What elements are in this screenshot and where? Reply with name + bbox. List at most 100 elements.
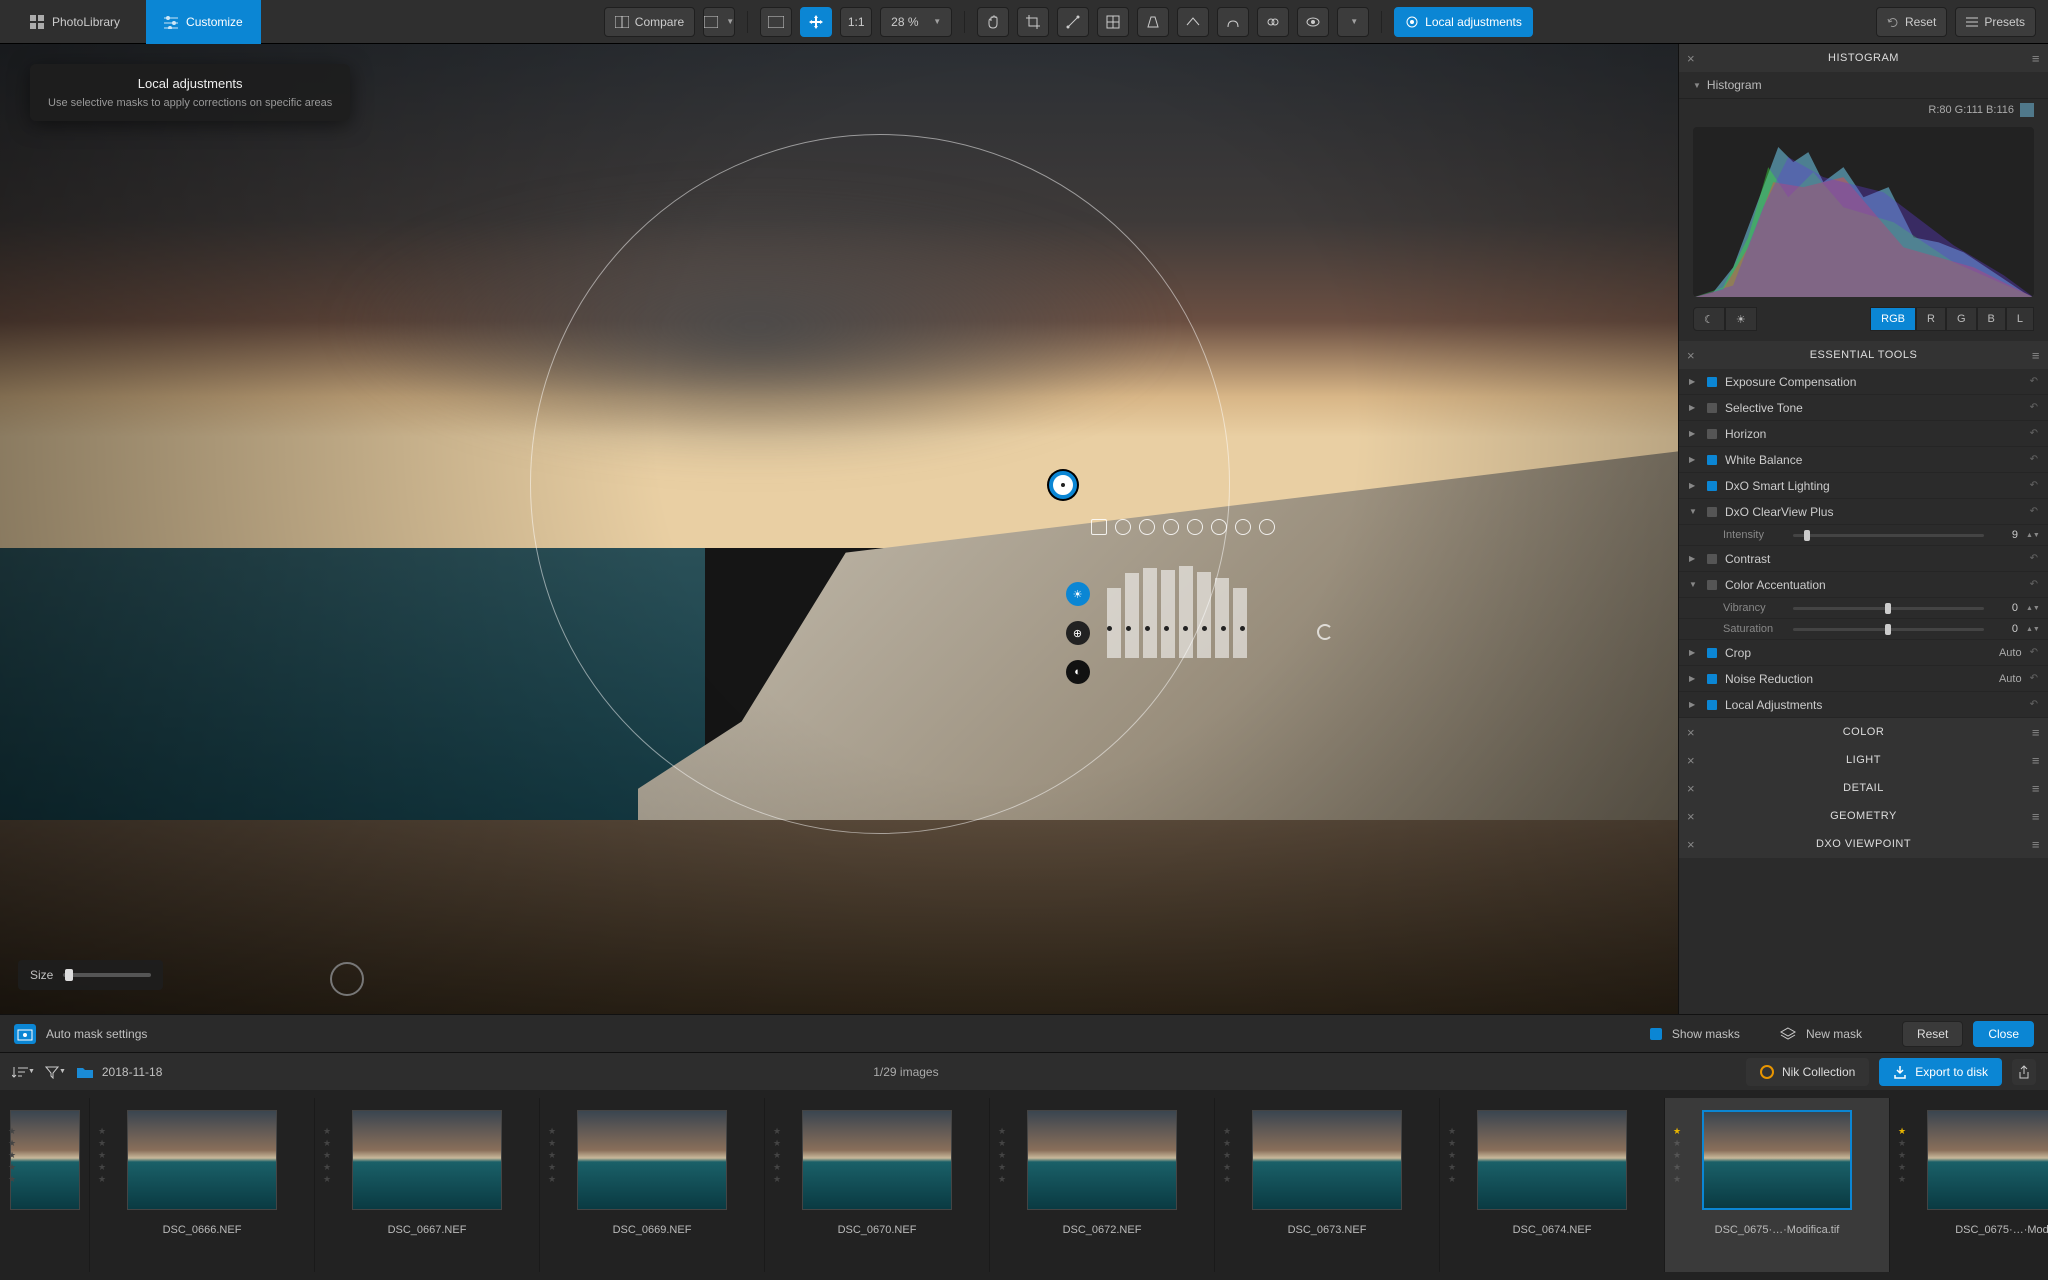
thumbnail[interactable]: ★★★★★ [0,1098,90,1272]
saturation-slider[interactable]: Saturation0▲▼ [1679,619,2048,640]
tab-photolibrary[interactable]: PhotoLibrary [12,0,138,44]
hand-tool[interactable] [977,7,1009,37]
tool-white-balance[interactable]: ▶White Balance↶ [1679,447,2048,473]
vibrancy-slider[interactable]: Vibrancy0▲▼ [1679,598,2048,619]
upoint-color-button[interactable]: ⊕ [1066,621,1090,645]
thumbnail[interactable]: ★★★★★DSC_0675·…·Mod [1890,1098,2048,1272]
upoint-slider-track[interactable] [1107,626,1245,631]
tool-local-adjustments[interactable]: ▶Local Adjustments↶ [1679,692,2048,718]
preview-tool[interactable] [1297,7,1329,37]
share-icon[interactable] [2012,1059,2036,1085]
fit-button[interactable] [760,7,792,37]
tool-contrast[interactable]: ▶Contrast↶ [1679,546,2048,572]
brush-size-control[interactable]: Size [18,960,163,990]
close-icon[interactable]: × [1687,753,1695,768]
tool-crop[interactable]: ▶CropAuto↶ [1679,640,2048,666]
reset-button[interactable]: Reset [1876,7,1947,37]
clearview-param-icon[interactable] [1163,519,1179,535]
tool-horizon[interactable]: ▶Horizon↶ [1679,421,2048,447]
light-header[interactable]: ×LIGHT≡ [1679,746,2048,774]
thumbnail[interactable]: ★★★★★DSC_0674.NEF [1440,1098,1665,1272]
color-header[interactable]: ×COLOR≡ [1679,718,2048,746]
zoom-11-button[interactable]: 1:1 [840,7,872,37]
tab-customize[interactable]: Customize [146,0,261,44]
geometry-header[interactable]: ×GEOMETRY≡ [1679,802,2048,830]
automask-label[interactable]: Auto mask settings [46,1027,147,1041]
stepper-icon[interactable]: ▲▼ [2026,626,2038,633]
menu-icon[interactable]: ≡ [2032,725,2040,740]
close-icon[interactable]: × [1687,725,1695,740]
layout-dropdown[interactable]: ▼ [703,7,735,37]
thumbnail[interactable]: ★★★★★DSC_0672.NEF [990,1098,1215,1272]
export-button[interactable]: Export to disk [1879,1058,2002,1086]
channel-r[interactable]: R [1916,307,1946,331]
tool-noise[interactable]: ▶Noise ReductionAuto↶ [1679,666,2048,692]
close-icon[interactable]: × [1687,781,1695,796]
upoint-detail-button[interactable]: ◐ [1066,660,1090,684]
upoint-light-button[interactable]: ☀ [1066,582,1090,606]
size-slider[interactable] [63,973,151,977]
wb-picker-tool[interactable] [1097,7,1129,37]
upoint-pin[interactable] [1049,471,1077,499]
move-tool[interactable] [800,7,832,37]
contrast-param-icon[interactable] [1115,519,1131,535]
tool-smart-lighting[interactable]: ▶DxO Smart Lighting↶ [1679,473,2048,499]
spot-tool[interactable] [1217,7,1249,37]
mask-close-button[interactable]: Close [1973,1021,2034,1047]
sort-icon[interactable]: ▼ [12,1065,35,1079]
close-icon[interactable]: × [1687,837,1695,852]
hue-wheel-icon[interactable] [330,962,364,996]
menu-icon[interactable]: ≡ [2032,348,2040,363]
stepper-icon[interactable]: ▲▼ [2026,532,2038,539]
saturation-param-icon[interactable] [1211,519,1227,535]
histogram-sub[interactable]: ▼Histogram [1679,72,2048,99]
local-adjustments-button[interactable]: Local adjustments [1394,7,1533,37]
highlights-param-icon[interactable] [1235,519,1251,535]
close-icon[interactable]: × [1687,51,1695,66]
shadow-clip-button[interactable]: ☾ [1693,307,1725,331]
horizon-tool[interactable] [1177,7,1209,37]
compare-button[interactable]: Compare [604,7,695,37]
upoint-radius[interactable] [530,134,1230,834]
highlight-clip-button[interactable]: ☀ [1725,307,1757,331]
redeye-tool[interactable] [1257,7,1289,37]
menu-icon[interactable]: ≡ [2032,837,2040,852]
upoint-equalizer[interactable] [1107,558,1247,658]
image-canvas[interactable]: Local adjustments Use selective masks to… [0,44,1678,1014]
thumbnail[interactable]: ★★★★★DSC_0673.NEF [1215,1098,1440,1272]
channel-l[interactable]: L [2006,307,2034,331]
preview-dropdown[interactable]: ▼ [1337,7,1369,37]
detail-header[interactable]: ×DETAIL≡ [1679,774,2048,802]
tool-color-accentuation[interactable]: ▼Color Accentuation↶ [1679,572,2048,598]
presets-button[interactable]: Presets [1955,7,2036,37]
clearview-intensity[interactable]: Intensity9▲▼ [1679,525,2048,546]
menu-icon[interactable]: ≡ [2032,809,2040,824]
filter-icon[interactable]: ▼ [45,1065,66,1079]
show-masks-checkbox[interactable] [1650,1028,1662,1040]
menu-icon[interactable]: ≡ [2032,753,2040,768]
tool-clearview[interactable]: ▼DxO ClearView Plus↶ [1679,499,2048,525]
automask-icon[interactable] [14,1024,36,1044]
thumbnail[interactable]: ★★★★★DSC_0669.NEF [540,1098,765,1272]
exposure-param-icon[interactable] [1091,519,1107,535]
vibrancy-param-icon[interactable] [1187,519,1203,535]
close-icon[interactable]: × [1687,348,1695,363]
viewpoint-header[interactable]: ×DXO VIEWPOINT≡ [1679,830,2048,858]
thumbnail[interactable]: ★★★★★DSC_0667.NEF [315,1098,540,1272]
mask-reset-button[interactable]: Reset [1902,1021,1963,1047]
crop-tool[interactable] [1017,7,1049,37]
thumbnail[interactable]: ★★★★★DSC_0675·…·Modifica.tif [1665,1098,1890,1272]
menu-icon[interactable]: ≡ [2032,781,2040,796]
stepper-icon[interactable]: ▲▼ [2026,605,2038,612]
filmstrip[interactable]: ★★★★★★★★★★DSC_0666.NEF★★★★★DSC_0667.NEF★… [0,1090,2048,1280]
folder-name[interactable]: 2018-11-18 [102,1065,163,1079]
tool-selective-tone[interactable]: ▶Selective Tone↶ [1679,395,2048,421]
straighten-tool[interactable] [1057,7,1089,37]
nik-collection-button[interactable]: Nik Collection [1746,1058,1869,1086]
thumbnail[interactable]: ★★★★★DSC_0670.NEF [765,1098,990,1272]
perspective-tool[interactable] [1137,7,1169,37]
microcontrast-param-icon[interactable] [1139,519,1155,535]
channel-g[interactable]: G [1946,307,1977,331]
thumbnail[interactable]: ★★★★★DSC_0666.NEF [90,1098,315,1272]
channel-b[interactable]: B [1977,307,2006,331]
